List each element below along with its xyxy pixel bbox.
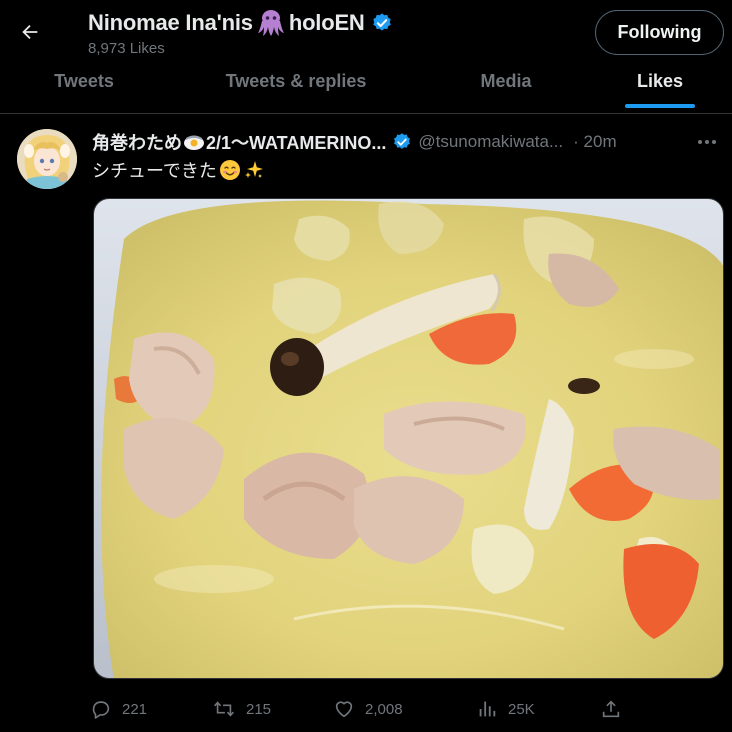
more-icon [698,140,716,144]
active-tab-indicator [625,104,695,108]
tweet-header: 角巻わため 2/1〜WATAMERINO... @tsunomakiwata..… [92,130,722,154]
like-count: 2,008 [365,700,403,718]
retweet-button[interactable]: 215 [212,694,271,724]
tab-media[interactable]: Media [424,62,588,100]
heart-icon [335,701,353,718]
likes-count: 8,973 Likes [88,40,165,57]
reply-icon [92,701,110,719]
sparkles-emoji-icon [244,161,263,178]
tweet-handle[interactable]: @tsunomakiwata... [418,132,563,152]
more-options-button[interactable] [692,130,722,154]
tweet-media[interactable] [93,198,724,679]
like-button[interactable]: 2,008 [333,694,403,724]
profile-name-suffix: holoEN [288,10,365,35]
retweet-count: 215 [246,700,272,718]
fried-egg-icon [184,135,204,150]
tab-tweets-replies[interactable]: Tweets & replies [168,62,424,100]
avatar[interactable] [17,129,77,189]
tweet-actions: 221 215 2,008 25K [90,694,630,724]
share-icon [602,700,620,718]
tweet-text: シチューできた [92,157,265,183]
back-button[interactable] [12,14,48,50]
tweet-author[interactable]: 角巻わため 2/1〜WATAMERINO... [92,129,386,155]
back-arrow-icon [22,24,38,40]
octopus-icon [257,10,284,36]
share-button[interactable] [600,694,622,724]
profile-header: Ninomae Ina'nis holoEN 8,973 Likes Follo… [0,0,732,62]
reply-button[interactable]: 221 [90,694,147,724]
views-count: 25K [508,700,535,718]
tab-likes[interactable]: Likes [588,62,732,108]
views-button[interactable]: 25K [476,694,535,724]
profile-title: Ninomae Ina'nis holoEN 8,973 Likes [88,8,393,57]
profile-tabs: Tweets Tweets & replies Media Likes [0,62,732,114]
verified-badge-icon [394,133,411,149]
profile-name: Ninomae Ina'nis [88,10,253,35]
smiling-face-emoji-icon [219,160,240,180]
retweet-icon [214,701,234,717]
avatar-image [17,129,77,189]
verified-badge-icon [372,13,391,31]
following-button[interactable]: Following [595,10,724,55]
tweet-timestamp[interactable]: · 20m [573,132,616,152]
reply-count: 221 [122,700,148,718]
tab-tweets[interactable]: Tweets [0,62,168,100]
views-chart-icon [479,701,496,717]
stew-photo [94,199,723,678]
